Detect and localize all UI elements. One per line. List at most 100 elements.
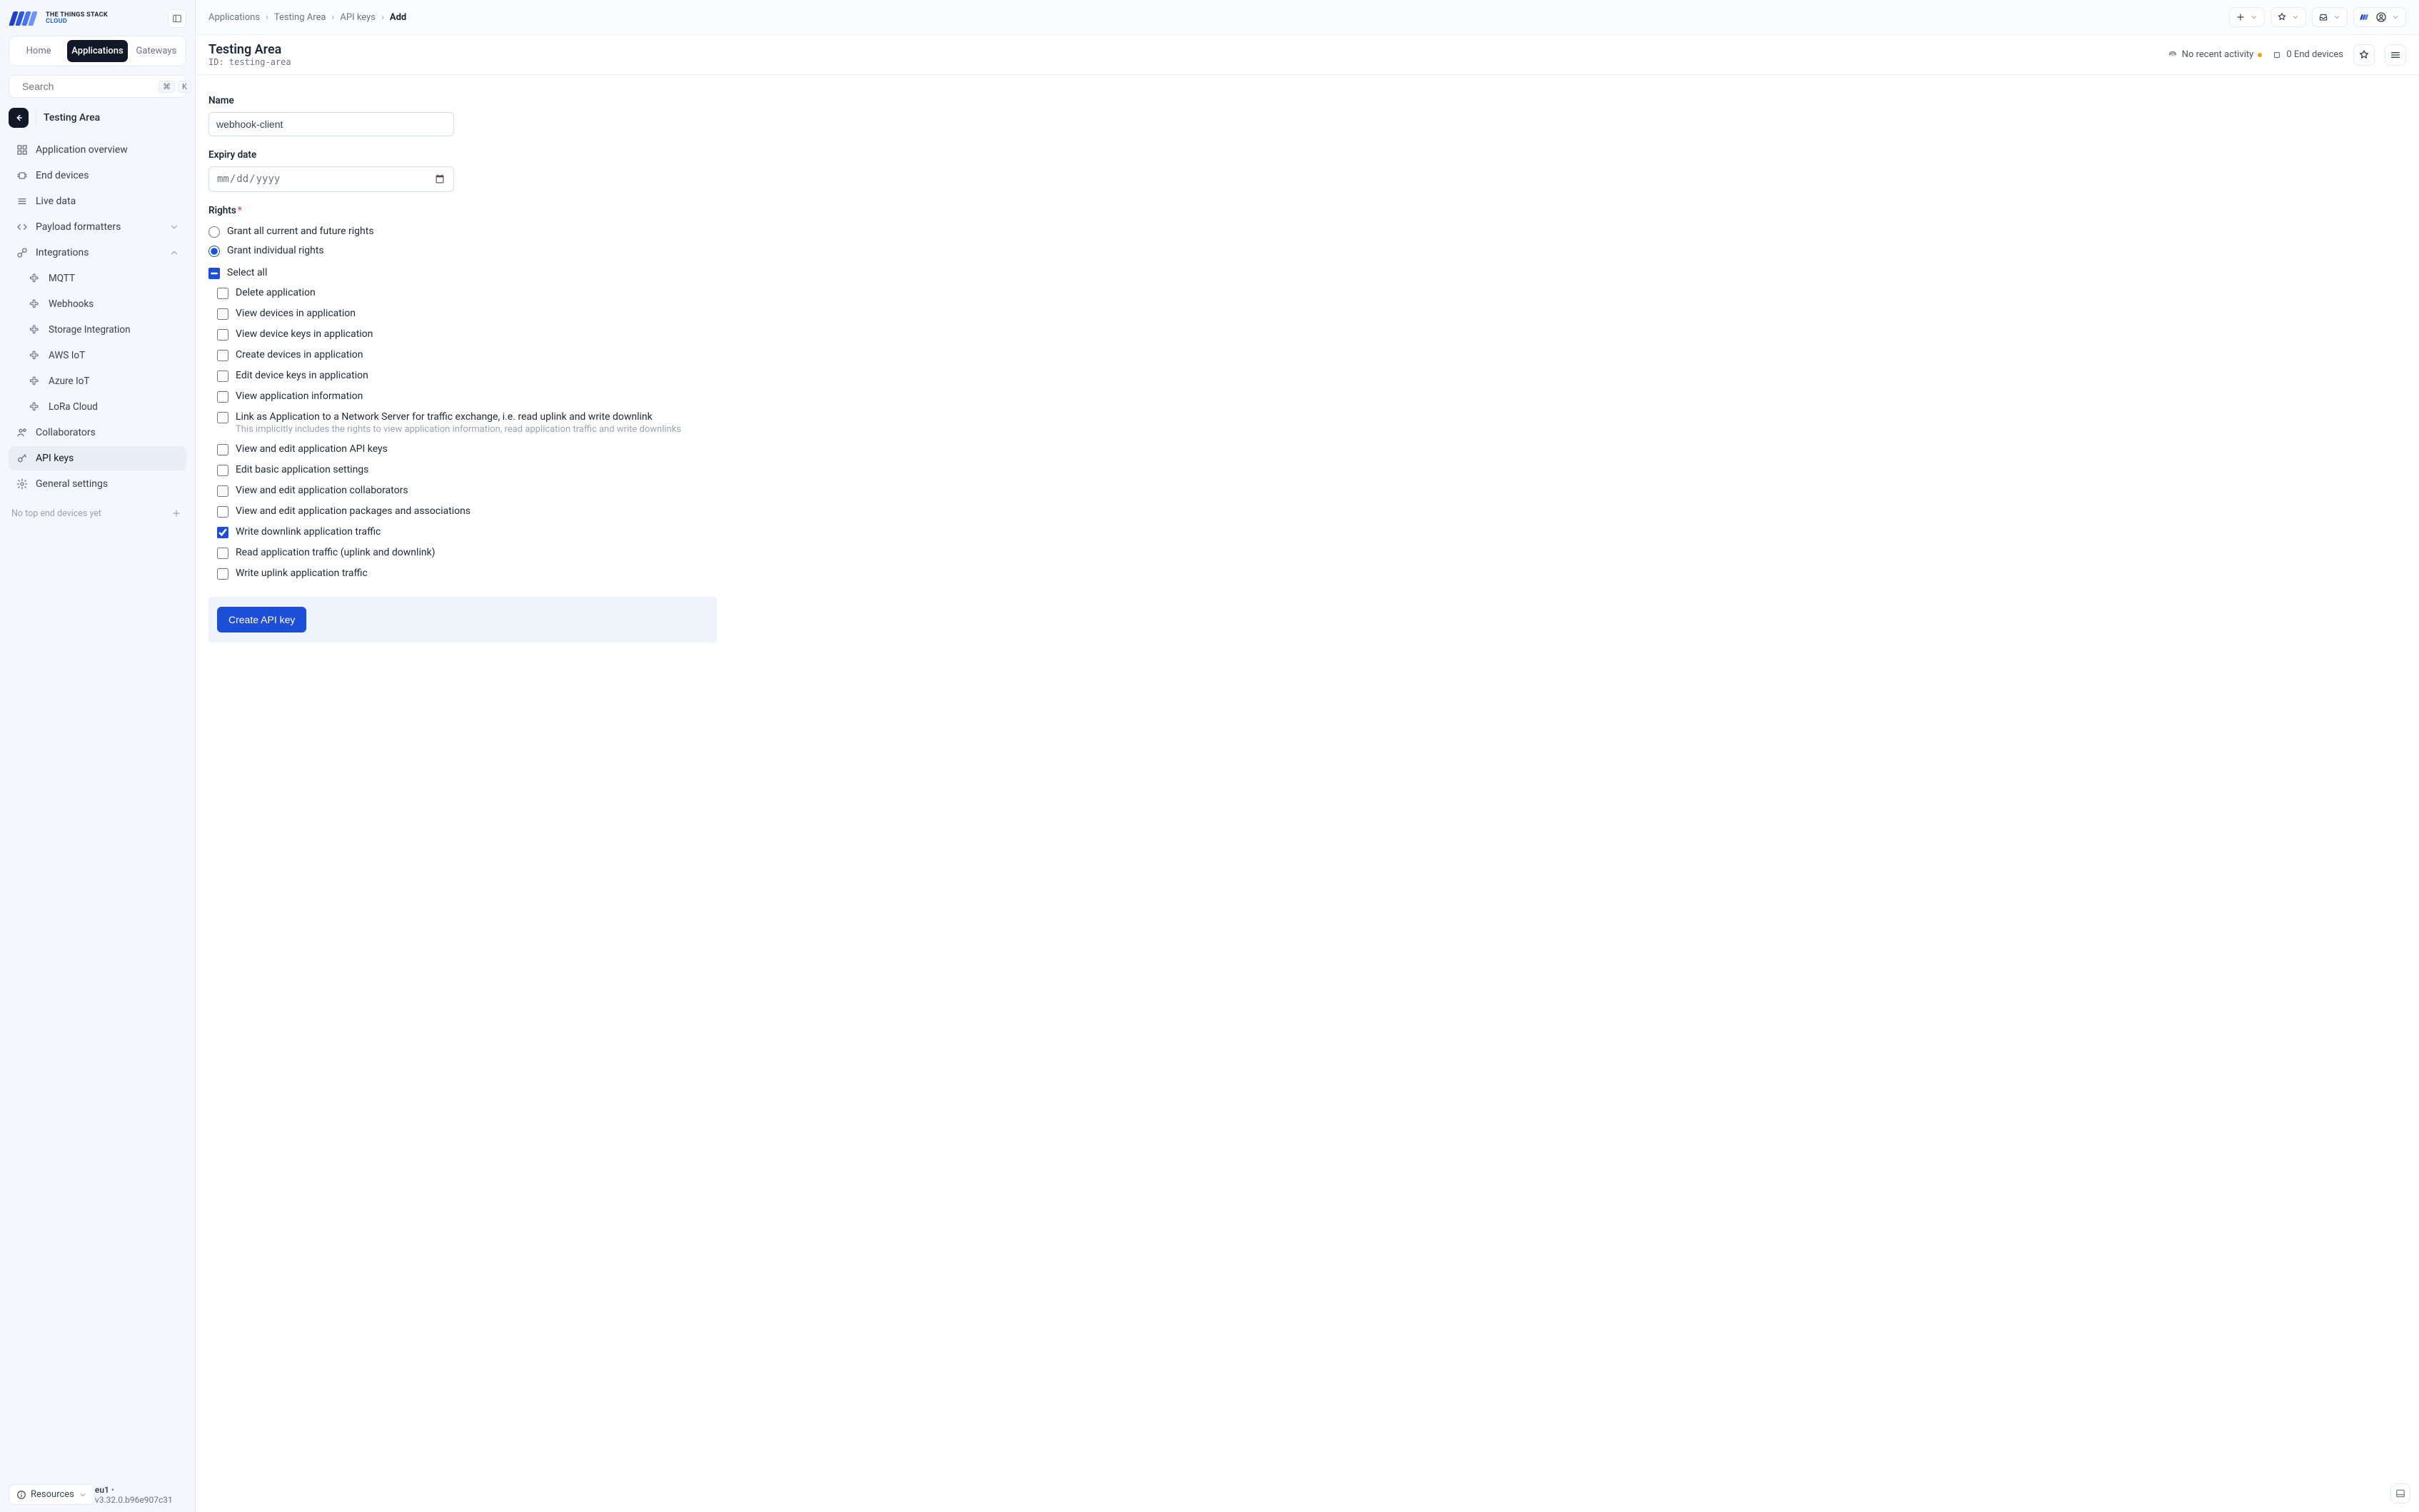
search-input[interactable] xyxy=(21,80,153,93)
radio-grant-individual[interactable]: Grant individual rights xyxy=(208,241,717,261)
right-checkbox[interactable] xyxy=(217,350,228,361)
select-all-row[interactable]: Select all xyxy=(208,263,717,283)
nav-lora-label: LoRa Cloud xyxy=(49,401,98,413)
star-button[interactable] xyxy=(2353,44,2375,66)
kbd-cmd: ⌘ xyxy=(159,81,175,93)
right-checkbox[interactable] xyxy=(217,465,228,476)
right-checkbox[interactable] xyxy=(217,412,228,423)
nav-end-devices[interactable]: End devices xyxy=(9,163,186,188)
plus-icon xyxy=(171,508,181,518)
right-row[interactable]: Delete application xyxy=(217,283,717,303)
right-checkbox[interactable] xyxy=(217,527,228,538)
info-icon xyxy=(16,1490,26,1500)
rights-list: Delete application View devices in applic… xyxy=(208,283,717,584)
nav-general-settings-label: General settings xyxy=(36,478,108,490)
expiry-input[interactable] xyxy=(208,166,454,192)
page-title: Testing Area xyxy=(208,42,291,57)
device-count: 0 End devices xyxy=(2272,49,2343,60)
nav-collaborators[interactable]: Collaborators xyxy=(9,420,186,445)
search-box[interactable]: ⌘ K xyxy=(9,75,186,98)
nav-general-settings[interactable]: General settings xyxy=(9,472,186,496)
right-label: View and edit application collaborators xyxy=(236,485,408,496)
add-device-button[interactable] xyxy=(169,506,183,520)
menu-button[interactable] xyxy=(2385,44,2406,66)
nav-api-keys[interactable]: API keys xyxy=(9,446,186,470)
add-menu-button[interactable] xyxy=(2229,7,2265,27)
chevron-down-icon xyxy=(2250,13,2258,21)
right-row[interactable]: Edit basic application settings xyxy=(217,460,717,480)
nav-webhooks[interactable]: Webhooks xyxy=(21,292,186,316)
nav-collaborators-label: Collaborators xyxy=(36,427,96,438)
tab-gateways[interactable]: Gateways xyxy=(131,40,182,62)
plus-icon xyxy=(2236,12,2246,22)
nav-payload-formatters[interactable]: Payload formatters xyxy=(9,215,186,239)
right-row[interactable]: View and edit application collaborators xyxy=(217,480,717,501)
panel-toggle-button[interactable] xyxy=(168,9,186,28)
right-checkbox[interactable] xyxy=(217,548,228,559)
right-row[interactable]: Create devices in application xyxy=(217,345,717,366)
right-label: Create devices in application xyxy=(236,349,363,361)
panel-dock-button[interactable] xyxy=(2390,1483,2410,1503)
search-shortcut: ⌘ K xyxy=(159,81,191,93)
right-checkbox[interactable] xyxy=(217,485,228,497)
right-checkbox[interactable] xyxy=(217,568,228,580)
nav-live-data[interactable]: Live data xyxy=(9,189,186,213)
right-row[interactable]: Read application traffic (uplink and dow… xyxy=(217,543,717,563)
radio-grant-individual-input[interactable] xyxy=(208,246,220,257)
nav-overview-label: Application overview xyxy=(36,144,128,156)
inbox-menu-button[interactable] xyxy=(2312,7,2348,27)
nav-lora[interactable]: LoRa Cloud xyxy=(21,395,186,419)
nav-mqtt[interactable]: MQTT xyxy=(21,266,186,291)
nav-overview[interactable]: Application overview xyxy=(9,138,186,162)
select-all-checkbox[interactable] xyxy=(208,268,220,279)
right-checkbox[interactable] xyxy=(217,506,228,518)
crumb-section[interactable]: API keys xyxy=(340,12,376,23)
right-label: View application information xyxy=(236,390,363,402)
app-id-prefix: ID: xyxy=(208,57,229,67)
crumb-applications[interactable]: Applications xyxy=(208,12,260,23)
nav-integrations[interactable]: Integrations xyxy=(9,241,186,265)
chevron-down-icon xyxy=(2291,13,2300,21)
right-row[interactable]: Write uplink application traffic xyxy=(217,563,717,584)
right-checkbox[interactable] xyxy=(217,288,228,299)
right-checkbox[interactable] xyxy=(217,371,228,382)
tab-applications[interactable]: Applications xyxy=(67,40,128,62)
chevron-down-icon xyxy=(169,222,179,232)
radio-grant-all-input[interactable] xyxy=(208,226,220,238)
right-checkbox[interactable] xyxy=(217,444,228,455)
right-row[interactable]: Link as Application to a Network Server … xyxy=(217,407,717,439)
right-checkbox[interactable] xyxy=(217,308,228,320)
right-row[interactable]: View and edit application packages and a… xyxy=(217,501,717,522)
right-checkbox[interactable] xyxy=(217,329,228,341)
tab-home[interactable]: Home xyxy=(13,40,64,62)
inbox-icon xyxy=(2318,12,2328,22)
right-label: Delete application xyxy=(236,287,316,298)
nav-aws[interactable]: AWS IoT xyxy=(21,343,186,368)
chevron-down-icon xyxy=(79,1491,87,1499)
crumb-sep: › xyxy=(266,12,268,23)
radio-grant-all[interactable]: Grant all current and future rights xyxy=(208,222,717,241)
nav-end-devices-label: End devices xyxy=(36,170,89,181)
nav-storage[interactable]: Storage Integration xyxy=(21,318,186,342)
right-row[interactable]: Write downlink application traffic xyxy=(217,522,717,543)
right-row[interactable]: View and edit application API keys xyxy=(217,439,717,460)
right-checkbox[interactable] xyxy=(217,391,228,403)
crumb-app[interactable]: Testing Area xyxy=(274,12,326,23)
crumb-sep: › xyxy=(332,12,335,23)
top-actions xyxy=(2229,7,2406,27)
account-menu-button[interactable] xyxy=(2353,7,2406,27)
star-menu-button[interactable] xyxy=(2270,7,2306,27)
nav-azure[interactable]: Azure IoT xyxy=(21,369,186,393)
right-row[interactable]: Edit device keys in application xyxy=(217,366,717,386)
create-api-key-button[interactable]: Create API key xyxy=(217,607,306,632)
resources-button[interactable]: Resources xyxy=(9,1484,95,1505)
right-row[interactable]: View device keys in application xyxy=(217,324,717,345)
chip-icon xyxy=(16,169,29,182)
name-input[interactable] xyxy=(208,112,454,136)
chevron-down-icon xyxy=(2333,13,2341,21)
right-row[interactable]: View devices in application xyxy=(217,303,717,324)
right-row[interactable]: View application information xyxy=(217,386,717,407)
puzzle-icon xyxy=(29,400,41,413)
no-devices-text: No top end devices yet xyxy=(11,508,101,519)
back-button[interactable] xyxy=(9,108,29,128)
